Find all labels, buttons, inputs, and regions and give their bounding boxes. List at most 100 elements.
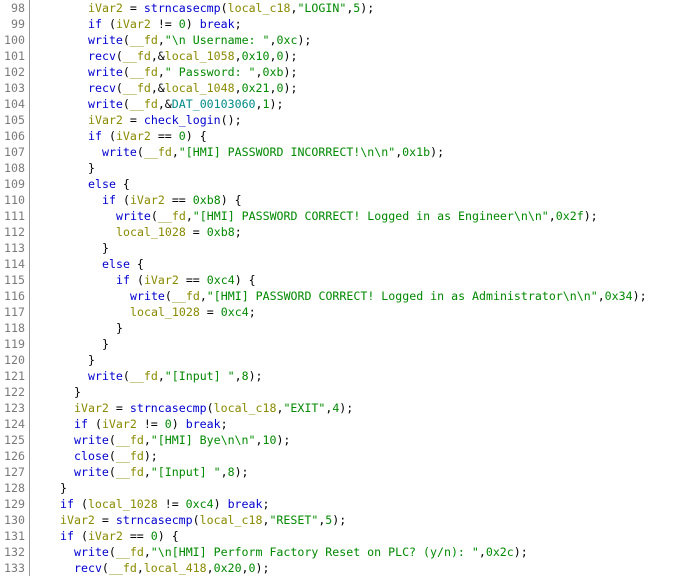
variable[interactable]: __fd bbox=[116, 449, 144, 463]
variable[interactable]: local_1058 bbox=[165, 49, 235, 63]
variable[interactable]: __fd bbox=[109, 561, 137, 575]
code-line[interactable]: 100 write(__fd,"\n Username: ",0xc); bbox=[0, 32, 677, 48]
punctuation: ( bbox=[129, 273, 144, 287]
code-line[interactable]: 129 if (local_1028 != 0xc4) break; bbox=[0, 496, 677, 512]
variable[interactable]: __fd bbox=[116, 465, 144, 479]
variable[interactable]: iVar2 bbox=[130, 193, 165, 207]
variable[interactable]: __fd bbox=[123, 81, 151, 95]
code-line[interactable]: 110 if (iVar2 == 0xb8) { bbox=[0, 192, 677, 208]
code-line[interactable]: 104 write(__fd,&DAT_00103060,1); bbox=[0, 96, 677, 112]
function-name[interactable]: close bbox=[74, 449, 109, 463]
variable[interactable]: local_1028 bbox=[130, 305, 200, 319]
code-line[interactable]: 113} bbox=[0, 240, 677, 256]
line-number: 98 bbox=[11, 1, 25, 15]
function-name[interactable]: write bbox=[74, 465, 109, 479]
variable[interactable]: __fd bbox=[116, 545, 144, 559]
variable[interactable]: iVar2 bbox=[88, 1, 123, 15]
function-name[interactable]: write bbox=[74, 433, 109, 447]
code-line[interactable]: 123 iVar2 = strncasecmp(local_c18,"EXIT",… bbox=[0, 400, 677, 416]
variable[interactable]: __fd bbox=[130, 97, 158, 111]
code-line[interactable]: 116 write(__fd,"[HMI] PASSWORD CORRECT! L… bbox=[0, 288, 677, 304]
number-literal: 0 bbox=[150, 529, 158, 543]
code-line[interactable]: 101 recv(__fd,&local_1058,0x10,0); bbox=[0, 48, 677, 64]
code-line[interactable]: 127 write(__fd,"[Input] ",8); bbox=[0, 464, 677, 480]
variable[interactable]: iVar2 bbox=[116, 129, 151, 143]
function-name[interactable]: check_login bbox=[144, 113, 221, 127]
function-name[interactable]: recv bbox=[88, 81, 116, 95]
variable[interactable]: local_1028 bbox=[116, 225, 186, 239]
code-line[interactable]: 132 write(__fd,"\n[HMI] Perform Factory R… bbox=[0, 544, 677, 560]
function-name[interactable]: recv bbox=[74, 561, 102, 575]
variable[interactable]: iVar2 bbox=[102, 417, 137, 431]
variable[interactable]: local_c18 bbox=[200, 513, 263, 527]
function-name[interactable]: strncasecmp bbox=[130, 401, 207, 415]
function-name[interactable]: write bbox=[88, 97, 123, 111]
function-name[interactable]: write bbox=[88, 369, 123, 383]
variable[interactable]: iVar2 bbox=[60, 513, 95, 527]
code-line[interactable]: 99 if (iVar2 != 0) break; bbox=[0, 16, 677, 32]
variable[interactable]: iVar2 bbox=[88, 113, 123, 127]
function-name[interactable]: strncasecmp bbox=[144, 1, 221, 15]
variable[interactable]: local_1048 bbox=[165, 81, 235, 95]
code-line[interactable]: 103 recv(__fd,&local_1048,0x21,0); bbox=[0, 80, 677, 96]
code-line[interactable]: 111 write(__fd,"[HMI] PASSWORD CORRECT! L… bbox=[0, 208, 677, 224]
function-name[interactable]: write bbox=[88, 65, 123, 79]
code-line[interactable]: 120} bbox=[0, 352, 677, 368]
code-line[interactable]: 124 if (iVar2 != 0) break; bbox=[0, 416, 677, 432]
variable[interactable]: iVar2 bbox=[74, 401, 109, 415]
variable[interactable]: __fd bbox=[130, 65, 158, 79]
variable[interactable]: iVar2 bbox=[88, 529, 123, 543]
code-text: close(__fd); bbox=[32, 448, 158, 464]
code-line[interactable]: 109 else { bbox=[0, 176, 677, 192]
code-line[interactable]: 115 if (iVar2 == 0xc4) { bbox=[0, 272, 677, 288]
code-line[interactable]: 121 write(__fd,"[Input] ",8); bbox=[0, 368, 677, 384]
function-name[interactable]: write bbox=[88, 33, 123, 47]
code-text: if (iVar2 != 0) break; bbox=[32, 416, 228, 432]
code-line[interactable]: 117 local_1028 = 0xc4; bbox=[0, 304, 677, 320]
code-line[interactable]: 126 close(__fd); bbox=[0, 448, 677, 464]
code-line[interactable]: 102 write(__fd," Password: ",0xb); bbox=[0, 64, 677, 80]
variable[interactable]: __fd bbox=[172, 289, 200, 303]
function-name[interactable]: write bbox=[116, 209, 151, 223]
code-line[interactable]: 133 recv(__fd,local_418,0x20,0); bbox=[0, 560, 677, 576]
punctuation: ( bbox=[122, 97, 130, 111]
code-line[interactable]: 122} bbox=[0, 384, 677, 400]
decompiler-code-view[interactable]: 98 iVar2 = strncasecmp(local_c18,"LOGIN",… bbox=[0, 0, 677, 576]
variable[interactable]: __fd bbox=[144, 145, 172, 159]
code-line[interactable]: 125 write(__fd,"[HMI] Bye\n\n",10); bbox=[0, 432, 677, 448]
code-line[interactable]: 105 iVar2 = check_login(); bbox=[0, 112, 677, 128]
variable[interactable]: local_418 bbox=[144, 561, 207, 575]
variable[interactable]: __fd bbox=[130, 33, 158, 47]
code-line[interactable]: 130 iVar2 = strncasecmp(local_c18,"RESET"… bbox=[0, 512, 677, 528]
punctuation: (); bbox=[220, 113, 242, 127]
code-line[interactable]: 114 else { bbox=[0, 256, 677, 272]
variable[interactable]: __fd bbox=[123, 49, 151, 63]
function-name[interactable]: recv bbox=[88, 49, 116, 63]
code-line[interactable]: 106 if (iVar2 == 0) { bbox=[0, 128, 677, 144]
variable[interactable]: local_c18 bbox=[214, 401, 277, 415]
punctuation: , bbox=[143, 433, 151, 447]
code-line[interactable]: 128} bbox=[0, 480, 677, 496]
function-name[interactable]: write bbox=[74, 545, 109, 559]
function-name[interactable]: write bbox=[130, 289, 165, 303]
global-symbol[interactable]: DAT_00103060 bbox=[172, 97, 256, 111]
variable[interactable]: iVar2 bbox=[144, 273, 179, 287]
code-text: } bbox=[32, 240, 109, 256]
code-line[interactable]: 131 if (iVar2 == 0) { bbox=[0, 528, 677, 544]
code-line[interactable]: 98 iVar2 = strncasecmp(local_c18,"LOGIN",… bbox=[0, 0, 677, 16]
variable[interactable]: local_1028 bbox=[88, 497, 158, 511]
code-line[interactable]: 119} bbox=[0, 336, 677, 352]
variable[interactable]: __fd bbox=[158, 209, 186, 223]
variable[interactable]: iVar2 bbox=[116, 17, 151, 31]
code-line[interactable]: 118} bbox=[0, 320, 677, 336]
variable[interactable]: __fd bbox=[116, 433, 144, 447]
code-line[interactable]: 108} bbox=[0, 160, 677, 176]
function-name[interactable]: write bbox=[102, 145, 137, 159]
function-name[interactable]: strncasecmp bbox=[116, 513, 193, 527]
variable[interactable]: __fd bbox=[130, 369, 158, 383]
punctuation: , bbox=[206, 561, 214, 575]
punctuation: ; bbox=[262, 497, 270, 511]
variable[interactable]: local_c18 bbox=[228, 1, 291, 15]
code-line[interactable]: 107 write(__fd,"[HMI] PASSWORD INCORRECT!… bbox=[0, 144, 677, 160]
code-line[interactable]: 112 local_1028 = 0xb8; bbox=[0, 224, 677, 240]
